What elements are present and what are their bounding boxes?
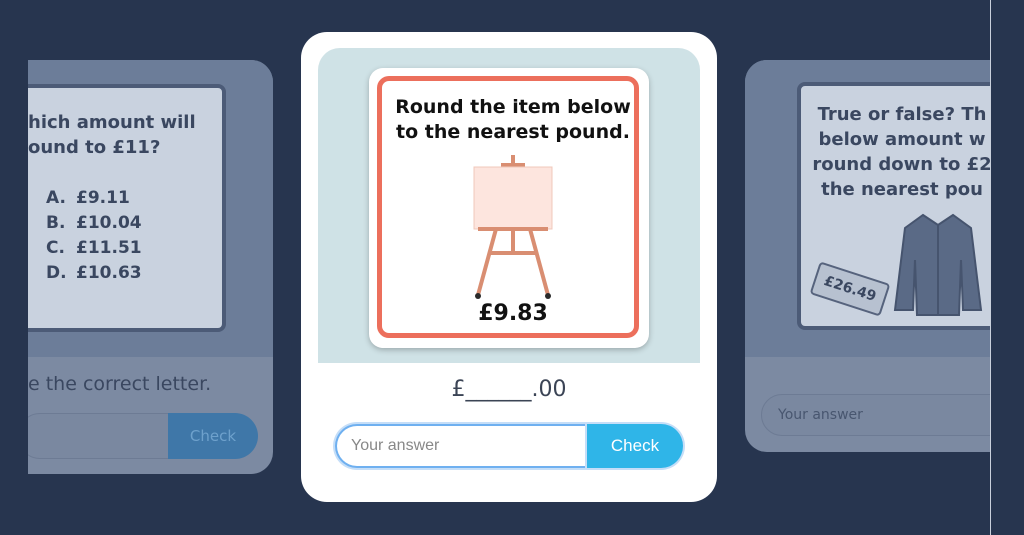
next-answer-input[interactable]: Your answer	[761, 394, 990, 436]
answer-prefix: £	[451, 377, 466, 402]
next-question-text: True or false? Th below amount w round d…	[807, 102, 990, 202]
option-a: A. £9.11	[46, 188, 130, 208]
question-frame: Round the item below to the nearest poun…	[377, 76, 639, 338]
item-price: £9.83	[478, 301, 548, 326]
check-button[interactable]: Check	[587, 424, 683, 468]
current-question-card: Round the item below to the nearest poun…	[301, 32, 717, 502]
right-divider-line	[990, 0, 991, 535]
previous-question-line-2: ound to £11?	[28, 137, 161, 158]
question-line-2: to the nearest pound.	[396, 121, 630, 143]
question-card: Round the item below to the nearest poun…	[369, 68, 649, 348]
previous-question-text: hich amount will ound to £11?	[28, 110, 228, 160]
next-question-line-2: below amount w	[818, 129, 986, 150]
option-b: B. £10.04	[46, 213, 142, 233]
easel-icon	[473, 155, 553, 299]
question-text: Round the item below to the nearest poun…	[382, 95, 644, 145]
previous-answer-input[interactable]	[28, 413, 170, 459]
answer-blank: ______	[465, 377, 532, 402]
previous-check-button[interactable]: Check	[168, 413, 258, 459]
next-question-line-4: the nearest pou	[821, 179, 983, 200]
question-image-area: Round the item below to the nearest poun…	[318, 48, 700, 363]
answer-suffix: .00	[531, 377, 567, 402]
previous-question-options: A. £9.11 B. £10.04 C. £11.51 D. £10.63	[46, 186, 142, 286]
previous-question-card[interactable]: hich amount will ound to £11? A. £9.11 B.…	[28, 60, 273, 474]
option-c: C. £11.51	[46, 238, 142, 258]
next-question-line-1: True or false? Th	[817, 104, 987, 125]
jacket-icon	[893, 213, 983, 316]
answer-input[interactable]	[335, 424, 587, 468]
question-line-1: Round the item below	[395, 96, 631, 118]
answer-format: £______.00	[301, 377, 717, 402]
next-question-card[interactable]: True or false? Th below amount w round d…	[745, 60, 990, 452]
next-question-line-3: round down to £2	[812, 154, 990, 175]
previous-question-line-1: hich amount will	[28, 112, 196, 133]
previous-question-instruction: e the correct letter.	[28, 373, 212, 395]
option-d: D. £10.63	[46, 263, 142, 283]
